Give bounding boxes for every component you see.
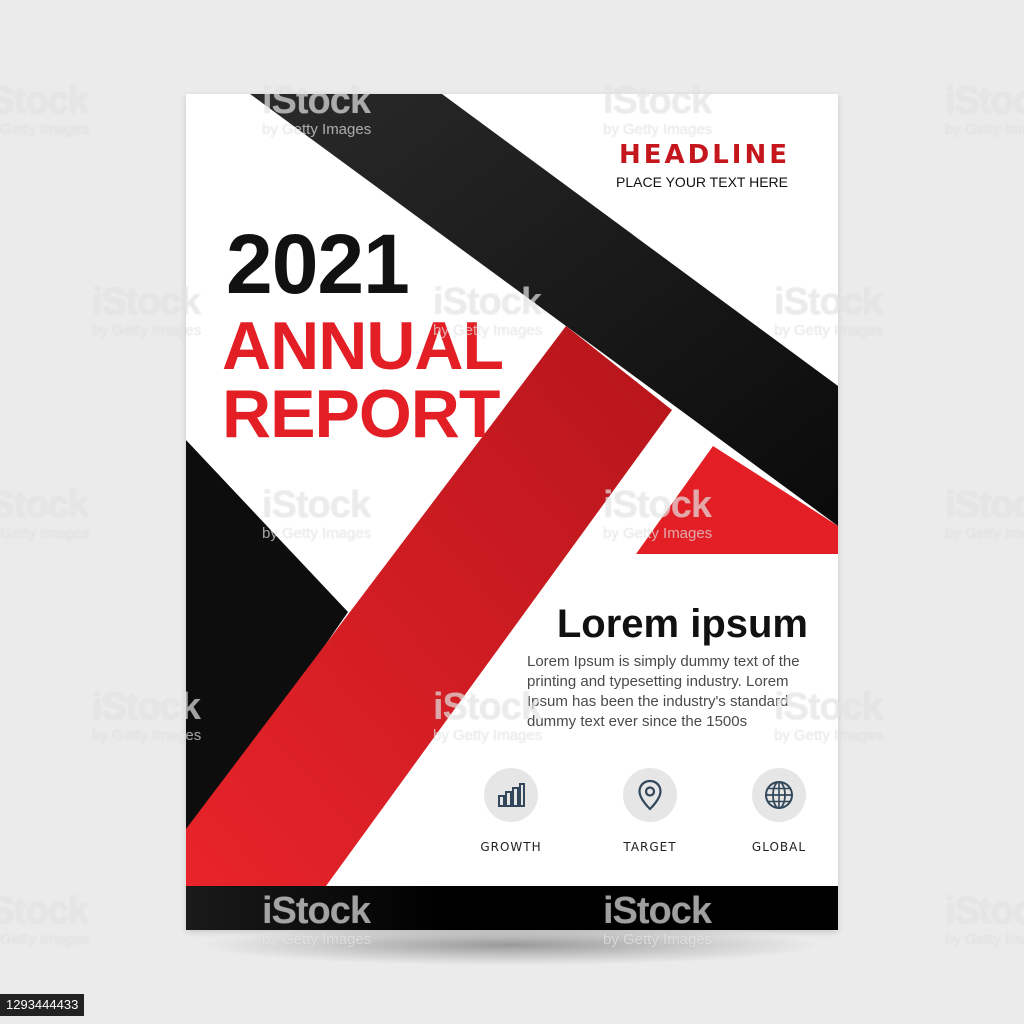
report-year: 2021	[226, 217, 410, 311]
headline-subtitle: PLACE YOUR TEXT HERE	[616, 174, 788, 190]
image-id-label: 1293444433	[0, 994, 85, 1016]
feature-growth: GROWTH	[456, 768, 566, 854]
watermark: iStockby Getty Images	[945, 890, 1024, 948]
watermark: iStockby Getty Images	[0, 484, 90, 542]
lorem-paragraph: Lorem Ipsum is simply dummy text of the …	[527, 653, 800, 730]
watermark: iStockby Getty Images	[945, 484, 1024, 542]
watermark: iStockby Getty Images	[0, 890, 90, 948]
watermark: iStockby Getty Images	[92, 686, 202, 744]
title-annual: ANNUAL	[222, 308, 504, 384]
lorem-heading: Lorem ipsum	[556, 602, 808, 646]
bar-chart-icon	[484, 768, 538, 822]
page-shadow	[205, 925, 815, 965]
globe-icon	[752, 768, 806, 822]
feature-label-target: TARGET	[623, 840, 677, 854]
title-report: REPORT	[222, 376, 500, 452]
watermark: iStockby Getty Images	[0, 80, 90, 138]
bottom-black-bar	[186, 886, 838, 930]
feature-label-global: GLOBAL	[751, 840, 807, 854]
watermark: iStockby Getty Images	[945, 80, 1024, 138]
location-pin-icon	[623, 768, 677, 822]
watermark: iStockby Getty Images	[92, 281, 202, 339]
headline: HEADLINE	[619, 140, 790, 170]
report-cover: HEADLINE PLACE YOUR TEXT HERE 2021 ANNUA…	[186, 94, 838, 930]
feature-global: GLOBAL	[724, 768, 834, 854]
feature-target: TARGET	[595, 768, 705, 854]
feature-label-growth: GROWTH	[480, 840, 542, 854]
